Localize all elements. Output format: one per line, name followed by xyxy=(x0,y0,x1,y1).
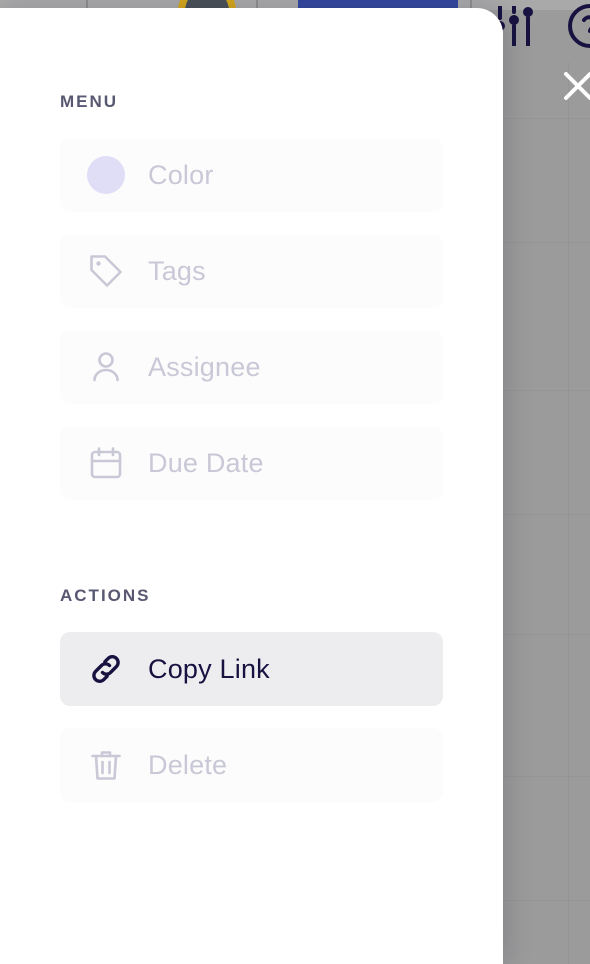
grid-divider xyxy=(502,242,590,243)
background-card-grid xyxy=(502,62,590,964)
link-icon xyxy=(86,649,126,689)
close-overlay-button[interactable] xyxy=(558,66,590,106)
menu-item-label: Color xyxy=(148,159,214,190)
menu-section-heading: MENU xyxy=(60,92,119,111)
menu-item-label: Assignee xyxy=(148,351,261,382)
grid-divider xyxy=(568,62,569,964)
menu-item-label: Due Date xyxy=(148,447,264,478)
menu-item-label: Tags xyxy=(148,255,206,286)
tag-icon xyxy=(86,251,126,291)
person-icon xyxy=(86,347,126,387)
help-circle-icon[interactable] xyxy=(566,2,590,55)
action-item-copy-link[interactable]: Copy Link xyxy=(60,632,443,706)
menu-item-tags[interactable]: Tags xyxy=(60,234,443,308)
close-icon xyxy=(561,69,590,103)
context-menu-panel: MENU Color Tags Assignee Due Date ACTION… xyxy=(0,8,503,964)
calendar-icon xyxy=(86,443,126,483)
action-items-list: Copy Link Delete xyxy=(60,632,443,802)
menu-item-due-date[interactable]: Due Date xyxy=(60,426,443,500)
grid-divider xyxy=(502,514,590,515)
grid-divider xyxy=(502,634,590,635)
action-item-delete[interactable]: Delete xyxy=(60,728,443,802)
grid-divider xyxy=(502,900,590,901)
screen: MENU Color Tags Assignee Due Date ACTION… xyxy=(0,0,590,964)
menu-item-assignee[interactable]: Assignee xyxy=(60,330,443,404)
trash-icon xyxy=(86,745,126,785)
action-item-label: Delete xyxy=(148,749,228,780)
menu-items-list: Color Tags Assignee Due Date xyxy=(60,138,443,500)
menu-item-color[interactable]: Color xyxy=(60,138,443,212)
grid-divider xyxy=(502,118,590,119)
color-swatch-icon xyxy=(86,155,126,195)
grid-divider xyxy=(502,390,590,391)
grid-divider xyxy=(502,776,590,777)
action-item-label: Copy Link xyxy=(148,653,270,684)
actions-section-heading: ACTIONS xyxy=(60,586,151,605)
